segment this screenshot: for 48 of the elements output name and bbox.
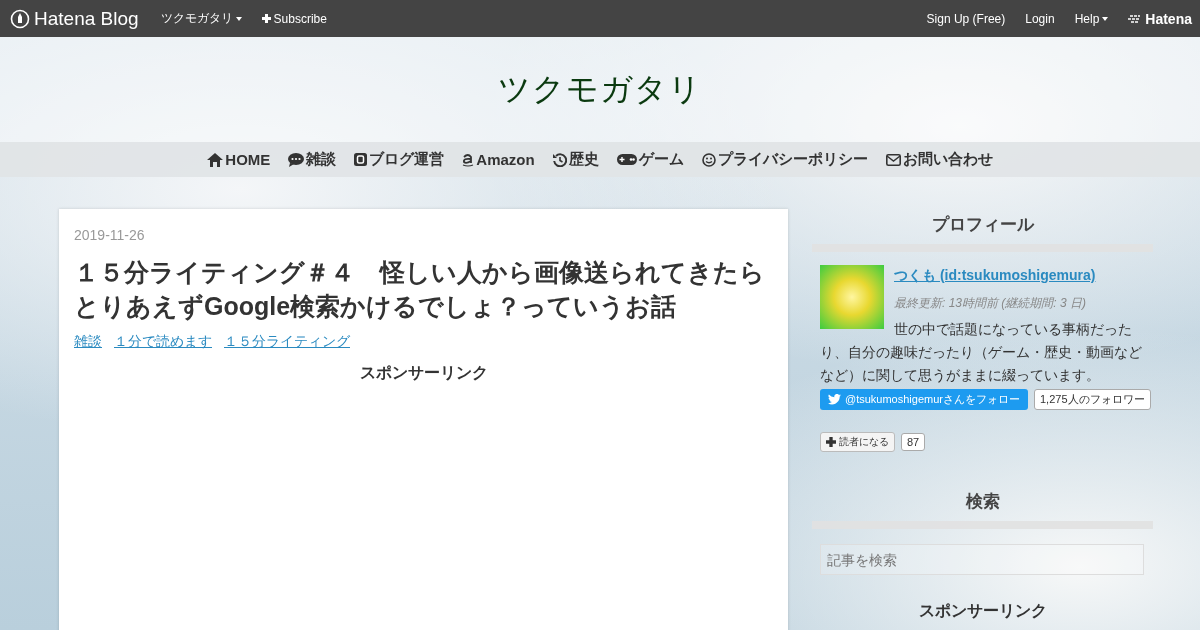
reader-count: 87: [901, 433, 926, 451]
login-link[interactable]: Login: [1017, 7, 1063, 30]
amazon-a-icon: [462, 152, 475, 167]
nav-link[interactable]: 歴史: [546, 150, 605, 169]
post-date: 2019-11-26: [74, 227, 146, 243]
speech-bubble-icon: [288, 152, 305, 167]
search-heading: 検索: [812, 486, 1153, 529]
gamepad-icon: [616, 154, 637, 165]
hatena-text: Hatena: [1145, 10, 1192, 27]
nav-link[interactable]: HOME: [201, 151, 277, 168]
category-link[interactable]: １分で読めます: [114, 333, 212, 351]
category-link[interactable]: 雑談: [74, 333, 102, 351]
home-icon: [207, 152, 224, 167]
hatena-blog-logo[interactable]: Hatena Blog: [10, 7, 139, 30]
subscribe-button[interactable]: Subscribe: [253, 7, 335, 30]
nav-link[interactable]: 雑談: [282, 150, 343, 169]
nav-link[interactable]: プライバシーポリシー: [695, 150, 874, 169]
sign-up-link[interactable]: Sign Up (Free): [918, 7, 1014, 30]
smiley-icon: [701, 152, 716, 167]
history-clock-icon: [552, 152, 567, 167]
nav-link[interactable]: Amazon: [456, 151, 541, 168]
bird-icon: [828, 394, 841, 405]
blog-menu[interactable]: ツクモガタリ: [152, 6, 250, 31]
last-update-text: 最終更新: 13時間前 (継続期間: 3 日): [893, 295, 1088, 312]
article-title[interactable]: １５分ライティング＃４ 怪しい人から画像送られてきたらとりあえずGoogle検索かけるでしょ？っていうお話: [74, 255, 773, 323]
hatena-logo[interactable]: Hatena: [1128, 10, 1192, 27]
profile-heading: プロフィール: [812, 209, 1153, 252]
search-field[interactable]: 記事を検索: [820, 544, 1144, 575]
blog-title[interactable]: ツクモガタリ: [498, 67, 702, 112]
caret-icon: [1102, 16, 1109, 21]
category-link[interactable]: １５分ライティング: [224, 333, 350, 351]
blog-square-icon: [354, 153, 368, 166]
logo-text: Hatena Blog: [34, 7, 139, 30]
sponsor-heading: スポンサーリンク: [917, 601, 1048, 621]
follower-count: 1,275人のフォロワー: [1034, 389, 1151, 410]
help-menu[interactable]: Help: [1066, 7, 1117, 30]
plus-icon: [261, 14, 271, 23]
logo-pen-icon: [10, 8, 30, 29]
nav-link[interactable]: お問い合わせ: [879, 150, 999, 169]
sponsor-label: スポンサーリンク: [358, 363, 489, 383]
nav-link[interactable]: ゲーム: [610, 150, 690, 169]
plus-icon: [826, 437, 836, 447]
profile-description: 世の中で話題になっている事柄だったり、自分の趣味だったり（ゲーム・歴史・動画などなど）に関して思うがままに綴っています。: [820, 320, 1143, 385]
avatar-drawing: [820, 265, 884, 329]
subscribe-reader-button[interactable]: 読者になる: [820, 432, 895, 452]
nav-link[interactable]: ブログ運営: [348, 150, 451, 169]
caret-icon: [235, 16, 242, 21]
envelope-icon: [885, 153, 901, 166]
